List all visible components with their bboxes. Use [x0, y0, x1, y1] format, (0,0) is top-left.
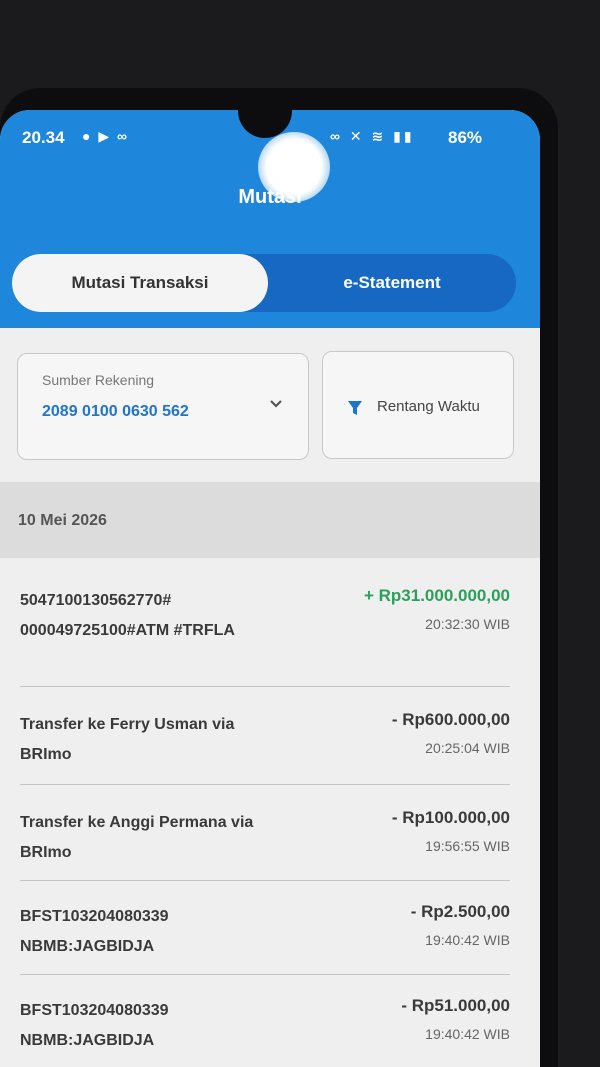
transaction-amount: + Rp31.000.000,00	[363, 586, 510, 605]
date-label: 10 Mei 2026	[18, 512, 107, 529]
tab-mutasi-transaksi[interactable]: Mutasi Transaksi	[12, 254, 268, 312]
row-divider	[20, 686, 510, 687]
transaction-amount: - Rp100.000,00	[391, 808, 510, 827]
light-glare	[258, 132, 330, 202]
transaction-description: BFST103204080339 NBMB:JAGBIDJA	[20, 1002, 169, 1049]
row-divider	[20, 974, 510, 975]
transaction-row[interactable]: BFST103204080339 NBMB:JAGBIDJA - Rp2.500…	[0, 882, 540, 976]
transaction-row[interactable]: Transfer ke Anggi Permana via BRImo - Rp…	[0, 786, 540, 882]
transaction-row[interactable]: 5047100130562770# 000049725100#ATM #TRFL…	[0, 558, 540, 688]
transaction-description: 5047100130562770# 000049725100#ATM #TRFL…	[20, 592, 235, 639]
transaction-time: 19:40:42 WIB	[425, 932, 510, 948]
chevron-down-icon	[270, 400, 282, 408]
filter-icon	[348, 401, 362, 415]
source-account-number: 2089 0100 0630 562	[42, 403, 189, 420]
tab-bar: Mutasi Transaksi e-Statement	[12, 254, 516, 312]
source-account-label: Sumber Rekening	[42, 372, 155, 388]
transaction-time: 19:40:42 WIB	[425, 1026, 510, 1042]
time-range-label: Rentang Waktu	[377, 398, 480, 415]
transaction-time: 20:25:04 WIB	[425, 740, 510, 756]
status-time: 20.34	[22, 128, 65, 147]
transaction-amount: - Rp2.500,00	[410, 902, 510, 921]
app-screen: 20.34 ● ▶ ∞ ∞ ✕ ≋ ▮▮ 86% Mutasi Mutasi T…	[0, 110, 540, 1067]
battery-level: 86%	[448, 128, 483, 147]
transaction-amount: - Rp51.000,00	[401, 996, 510, 1015]
signal-icons: ∞ ✕ ≋ ▮▮	[330, 128, 415, 144]
date-header: 10 Mei 2026	[0, 482, 540, 558]
source-account-select[interactable]: Sumber Rekening 2089 0100 0630 562	[17, 353, 309, 460]
row-divider	[20, 784, 510, 785]
transaction-row[interactable]: BFST103204080339 NBMB:JAGBIDJA - Rp51.00…	[0, 976, 540, 1067]
transaction-description: Transfer ke Ferry Usman via BRImo	[20, 716, 235, 763]
transaction-description: Transfer ke Anggi Permana via BRImo	[20, 814, 254, 861]
row-divider	[20, 880, 510, 881]
transaction-row[interactable]: Transfer ke Ferry Usman via BRImo - Rp60…	[0, 688, 540, 786]
time-range-button[interactable]: Rentang Waktu	[322, 351, 514, 459]
transaction-description: BFST103204080339 NBMB:JAGBIDJA	[20, 908, 169, 955]
transaction-time: 20:32:30 WIB	[425, 616, 510, 632]
transaction-time: 19:56:55 WIB	[425, 838, 510, 854]
notification-icons: ● ▶ ∞	[82, 128, 129, 144]
transaction-amount: - Rp600.000,00	[391, 710, 510, 729]
tab-e-statement[interactable]: e-Statement	[268, 254, 516, 312]
